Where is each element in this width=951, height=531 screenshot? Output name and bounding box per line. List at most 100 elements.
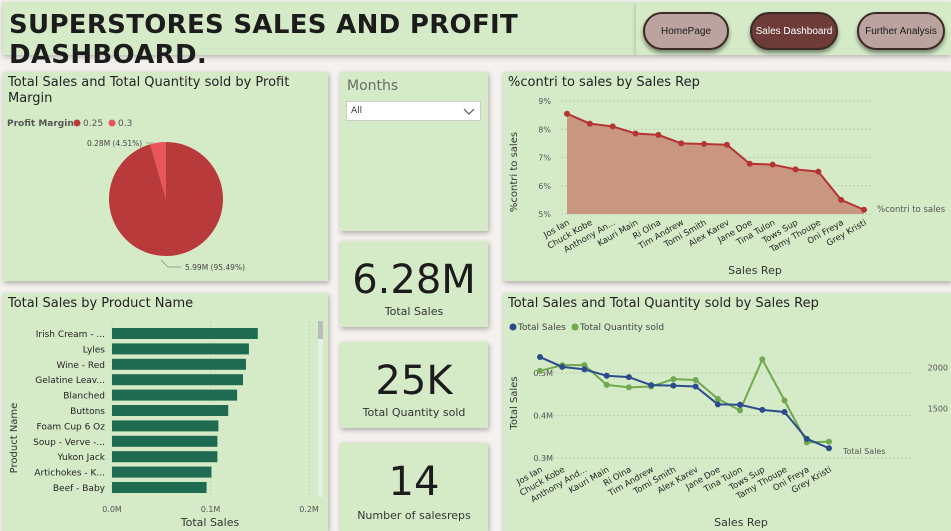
total-sales-label: Total Sales xyxy=(384,305,444,318)
bar-scrollbar-thumb[interactable] xyxy=(318,321,323,339)
pie-legend-0.3[interactable]: 0.3 xyxy=(118,119,132,129)
bar-category-label: Artichokes - K... xyxy=(34,469,105,479)
total-sales-point[interactable] xyxy=(803,435,810,442)
line-y-tick-left: 0.4M xyxy=(533,411,553,420)
chevron-down-icon xyxy=(463,108,475,115)
total-quantity-point[interactable] xyxy=(781,397,788,404)
total-quantity-point[interactable] xyxy=(670,376,677,383)
bar-chart: Product Name Total Sales 0.0M 0.1M 0.2M Iri… xyxy=(9,321,323,529)
contri-point[interactable] xyxy=(838,196,845,203)
total-quantity-point[interactable] xyxy=(714,395,721,402)
pie-legend-0.25[interactable]: 0.25 xyxy=(83,119,103,129)
contri-point[interactable] xyxy=(678,140,685,147)
contri-point[interactable] xyxy=(815,168,822,175)
contri-y-tick: 6% xyxy=(538,182,551,191)
total-sales-point[interactable] xyxy=(714,401,721,408)
contri-point[interactable] xyxy=(701,140,708,147)
bar-y-axis-title: Product Name xyxy=(9,403,20,474)
contri-chart-panel: %contri to sales by Sales Rep %contri to… xyxy=(503,72,951,281)
legend-total-sales[interactable]: Total Sales xyxy=(517,323,566,333)
contri-point[interactable] xyxy=(586,120,593,127)
total-sales-card: 6.28M Total Sales xyxy=(340,241,488,327)
homepage-button[interactable]: HomePage xyxy=(643,12,729,50)
contri-y-tick: 5% xyxy=(538,210,551,219)
total-quantity-point[interactable] xyxy=(603,381,610,388)
bar[interactable] xyxy=(112,435,218,447)
total-sales-point[interactable] xyxy=(826,445,832,452)
bar[interactable] xyxy=(112,343,249,355)
total-sales-point[interactable] xyxy=(581,366,588,373)
contri-point[interactable] xyxy=(746,160,753,167)
total-quantity-value: 25K xyxy=(375,358,453,404)
line-y-axis-title: Total Sales xyxy=(509,376,520,430)
months-dropdown[interactable]: All xyxy=(346,101,481,121)
total-sales-point[interactable] xyxy=(625,374,632,381)
contri-y-tick: 7% xyxy=(538,154,551,163)
further-analysis-button[interactable]: Further Analysis xyxy=(857,12,945,50)
bar-category-label: Foam Cup 6 Oz xyxy=(37,422,106,432)
bar[interactable] xyxy=(112,466,212,478)
total-quantity-point[interactable] xyxy=(826,438,832,445)
total-quantity-point[interactable] xyxy=(625,384,632,391)
bar-category-label: Buttons xyxy=(70,407,105,417)
contri-point[interactable] xyxy=(769,161,776,168)
contri-point[interactable] xyxy=(723,141,730,148)
pie-label-small: 0.28M (4.51%) xyxy=(87,139,142,148)
line-y-tick-left: 0.3M xyxy=(533,454,553,463)
bar-chart-panel: Total Sales by Product Name Product Name… xyxy=(3,293,328,531)
line-x-axis-title: Sales Rep xyxy=(714,516,768,529)
contri-y-axis-title: %contri to sales xyxy=(509,132,520,212)
total-quantity-card: 25K Total Quantity sold xyxy=(340,342,488,428)
bar[interactable] xyxy=(112,451,218,463)
salesreps-value: 14 xyxy=(388,459,440,505)
contri-y-tick: 8% xyxy=(538,125,551,134)
months-dropdown-value: All xyxy=(351,106,363,116)
pie-label-main: 5.99M (95.49%) xyxy=(185,263,245,272)
months-filter-title: Months xyxy=(347,78,399,94)
contri-point[interactable] xyxy=(564,110,570,117)
bar[interactable] xyxy=(112,374,244,386)
legend-total-quantity[interactable]: Total Quantity sold xyxy=(579,323,664,333)
bar-category-label: Soup - Verve -... xyxy=(33,438,105,448)
salesreps-label: Number of salesreps xyxy=(357,509,471,522)
bar-category-label: Blanched xyxy=(63,392,105,402)
total-quantity-point[interactable] xyxy=(737,407,744,414)
contri-point[interactable] xyxy=(861,206,867,213)
contri-y-tick: 9% xyxy=(538,97,551,106)
total-sales-point[interactable] xyxy=(603,372,610,379)
legend-swatch-total-sales xyxy=(509,323,517,331)
pie-slice-0.25[interactable] xyxy=(109,142,224,256)
line-y-tick-right: 2000 xyxy=(928,364,948,373)
total-sales-point[interactable] xyxy=(559,363,566,370)
bar[interactable] xyxy=(112,389,238,401)
bar[interactable] xyxy=(112,358,246,370)
bar-category-label: Beef - Baby xyxy=(53,484,106,494)
total-sales-point[interactable] xyxy=(648,382,655,389)
bar[interactable] xyxy=(112,482,207,493)
sales-dashboard-button[interactable]: Sales Dashboard xyxy=(750,12,838,50)
line-y-tick-right: 1500 xyxy=(928,405,948,414)
total-sales-point[interactable] xyxy=(537,354,543,361)
line-chart-panel: Total Sales and Total Quantity sold by S… xyxy=(503,293,951,531)
contri-point[interactable] xyxy=(632,130,639,137)
bar[interactable] xyxy=(112,420,219,432)
total-quantity-point[interactable] xyxy=(692,376,699,383)
page-title: SUPERSTORES SALES AND PROFIT DASHBOARD. xyxy=(9,10,519,70)
bar-scrollbar-track[interactable] xyxy=(318,321,323,497)
total-sales-point[interactable] xyxy=(692,383,699,390)
total-sales-point[interactable] xyxy=(737,401,744,408)
total-sales-point[interactable] xyxy=(759,406,766,413)
total-sales-point[interactable] xyxy=(781,409,788,415)
contri-point[interactable] xyxy=(655,131,662,138)
legend-swatch-0.25 xyxy=(73,119,81,127)
total-quantity-point[interactable] xyxy=(759,356,766,363)
nav-bar: HomePage Sales Dashboard Further Analysi… xyxy=(636,2,951,55)
bar[interactable] xyxy=(112,328,258,339)
total-quantity-point[interactable] xyxy=(537,367,543,374)
bar-category-label: Irish Cream - ... xyxy=(36,330,105,340)
bar[interactable] xyxy=(112,405,229,416)
title-bar: SUPERSTORES SALES AND PROFIT DASHBOARD. xyxy=(3,2,636,70)
contri-point[interactable] xyxy=(609,123,616,130)
total-sales-point[interactable] xyxy=(670,382,677,389)
contri-point[interactable] xyxy=(792,166,799,173)
